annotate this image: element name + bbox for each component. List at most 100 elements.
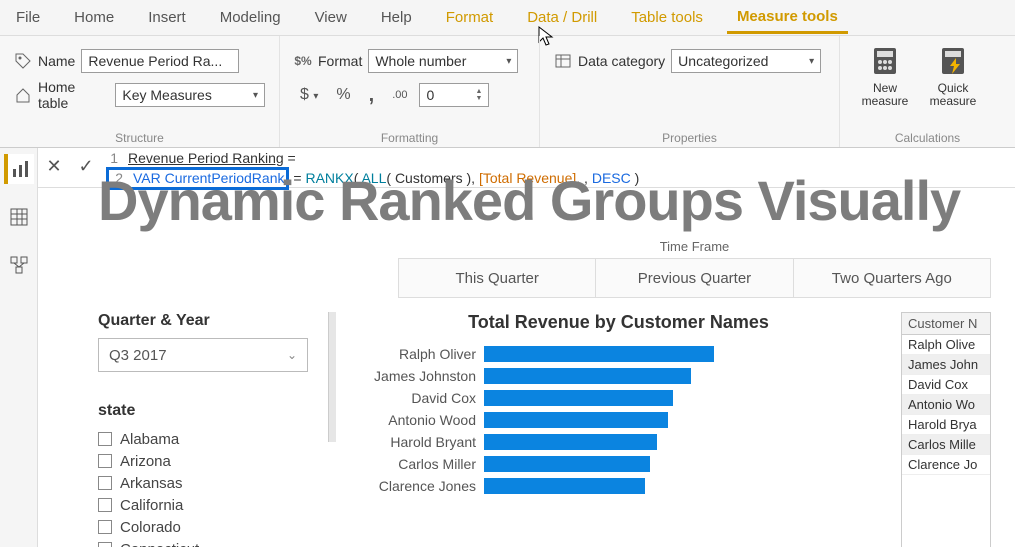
state-slicer: state AlabamaArizonaArkansasCaliforniaCo… <box>98 402 308 547</box>
bar-label: James Johnston <box>356 368 476 384</box>
chevron-down-icon: ▾ <box>253 90 258 101</box>
home-table-dropdown[interactable]: Key Measures▾ <box>115 83 265 107</box>
list-item[interactable]: James John <box>902 355 990 375</box>
slicer-scrollbar[interactable] <box>328 312 336 442</box>
state-option[interactable]: Connecticut <box>98 538 308 547</box>
customer-list: Customer N Ralph OliveJames JohnDavid Co… <box>901 312 991 547</box>
bar <box>484 412 668 428</box>
bar-label: Ralph Oliver <box>356 346 476 362</box>
menu-format[interactable]: Format <box>436 3 504 32</box>
customer-list-header: Customer N <box>902 313 990 335</box>
state-option[interactable]: Colorado <box>98 516 308 538</box>
decimals-input[interactable]: 0▲▼ <box>419 83 489 107</box>
bar-row[interactable]: Ralph Oliver <box>356 343 881 365</box>
category-icon <box>554 52 572 70</box>
list-item[interactable]: Antonio Wo <box>902 395 990 415</box>
tab-previous-quarter[interactable]: Previous Quarter <box>596 259 793 297</box>
slicers-column: Quarter & Year Q3 2017 ⌄ state AlabamaAr… <box>98 312 308 547</box>
spinner-icon[interactable]: ▲▼ <box>476 88 483 102</box>
bar-label: Antonio Wood <box>356 412 476 428</box>
group-label-formatting: Formatting <box>280 131 539 145</box>
format-label: Format <box>318 53 362 69</box>
bar-row[interactable]: Harold Bryant <box>356 431 881 453</box>
timeframe-label: Time Frame <box>398 239 991 254</box>
menu-help[interactable]: Help <box>371 3 422 32</box>
menu-measure-tools[interactable]: Measure tools <box>727 2 848 34</box>
ribbon: Name Revenue Period Ra... Home table Key… <box>0 36 1015 148</box>
measure-name-input[interactable]: Revenue Period Ra... <box>81 49 239 73</box>
chart-title: Total Revenue by Customer Names <box>356 312 881 333</box>
calculator-lightning-icon <box>936 44 970 78</box>
checkbox-icon <box>98 454 112 468</box>
menu-file[interactable]: File <box>6 3 50 32</box>
quarter-year-title: Quarter & Year <box>98 312 308 330</box>
bar-row[interactable]: Carlos Miller <box>356 453 881 475</box>
state-option[interactable]: Arkansas <box>98 472 308 494</box>
home-icon <box>14 86 32 104</box>
list-item[interactable]: Carlos Mille <box>902 435 990 455</box>
checkbox-icon <box>98 520 112 534</box>
tab-two-quarters-ago[interactable]: Two Quarters Ago <box>794 259 990 297</box>
ribbon-group-properties: Data category Uncategorized▾ Properties <box>540 36 840 147</box>
bar <box>484 390 673 406</box>
state-option[interactable]: California <box>98 494 308 516</box>
list-item[interactable]: Harold Brya <box>902 415 990 435</box>
bar-label: David Cox <box>356 390 476 406</box>
chevron-down-icon: ▾ <box>506 56 511 67</box>
bar-chart: Total Revenue by Customer Names Ralph Ol… <box>356 312 881 547</box>
group-label-structure: Structure <box>0 131 279 145</box>
format-dropdown[interactable]: Whole number▾ <box>368 49 518 73</box>
tag-icon <box>14 52 32 70</box>
state-title: state <box>98 402 308 420</box>
timeframe-tabs: This Quarter Previous Quarter Two Quarte… <box>398 258 991 298</box>
ribbon-group-calculations: New measure Quick measure Calculations <box>840 36 1015 147</box>
model-view-button[interactable] <box>4 250 34 280</box>
bar-row[interactable]: Clarence Jones <box>356 475 881 497</box>
menu-insert[interactable]: Insert <box>138 3 196 32</box>
bar-label: Carlos Miller <box>356 456 476 472</box>
checkbox-icon <box>98 476 112 490</box>
menu-home[interactable]: Home <box>64 3 124 32</box>
state-option[interactable]: Arizona <box>98 450 308 472</box>
report-view-button[interactable] <box>4 154 34 184</box>
quarter-year-dropdown[interactable]: Q3 2017 ⌄ <box>98 338 308 372</box>
bar-row[interactable]: James Johnston <box>356 365 881 387</box>
view-rail <box>0 148 38 547</box>
data-view-button[interactable] <box>4 202 34 232</box>
ribbon-group-structure: Name Revenue Period Ra... Home table Key… <box>0 36 280 147</box>
body: ✕ ✓ 1Revenue Period Ranking = 2VAR Curre… <box>0 148 1015 547</box>
menu-data-drill[interactable]: Data / Drill <box>517 3 607 32</box>
chevron-down-icon: ⌄ <box>287 348 297 362</box>
chevron-down-icon: ▾ <box>809 56 814 67</box>
decimals-icon: .00 <box>386 89 413 101</box>
list-item[interactable]: David Cox <box>902 375 990 395</box>
percent-button[interactable]: % <box>330 86 356 104</box>
menu-table-tools[interactable]: Table tools <box>621 3 713 32</box>
bar-row[interactable]: Antonio Wood <box>356 409 881 431</box>
bar <box>484 368 691 384</box>
currency-button[interactable]: $ ▾ <box>294 86 324 104</box>
bar-row[interactable]: David Cox <box>356 387 881 409</box>
name-label: Name <box>38 53 75 69</box>
bar-label: Clarence Jones <box>356 478 476 494</box>
list-item[interactable]: Ralph Olive <box>902 335 990 355</box>
bar <box>484 456 650 472</box>
bar <box>484 478 645 494</box>
checkbox-icon <box>98 542 112 547</box>
format-icon: $% <box>294 52 312 70</box>
home-table-label: Home table <box>38 79 109 111</box>
menu-modeling[interactable]: Modeling <box>210 3 291 32</box>
menu-view[interactable]: View <box>305 3 357 32</box>
state-option[interactable]: Alabama <box>98 428 308 450</box>
tab-this-quarter[interactable]: This Quarter <box>399 259 596 297</box>
data-category-label: Data category <box>578 53 665 69</box>
list-item[interactable]: Clarence Jo <box>902 455 990 475</box>
group-label-calculations: Calculations <box>840 131 1015 145</box>
data-category-dropdown[interactable]: Uncategorized▾ <box>671 49 821 73</box>
report-canvas: Dynamic Ranked Groups Visually Time Fram… <box>38 168 1015 547</box>
thousands-button[interactable]: , <box>363 84 381 107</box>
calculator-icon <box>868 44 902 78</box>
bar <box>484 346 714 362</box>
top-menu: File Home Insert Modeling View Help Form… <box>0 0 1015 36</box>
checkbox-icon <box>98 498 112 512</box>
